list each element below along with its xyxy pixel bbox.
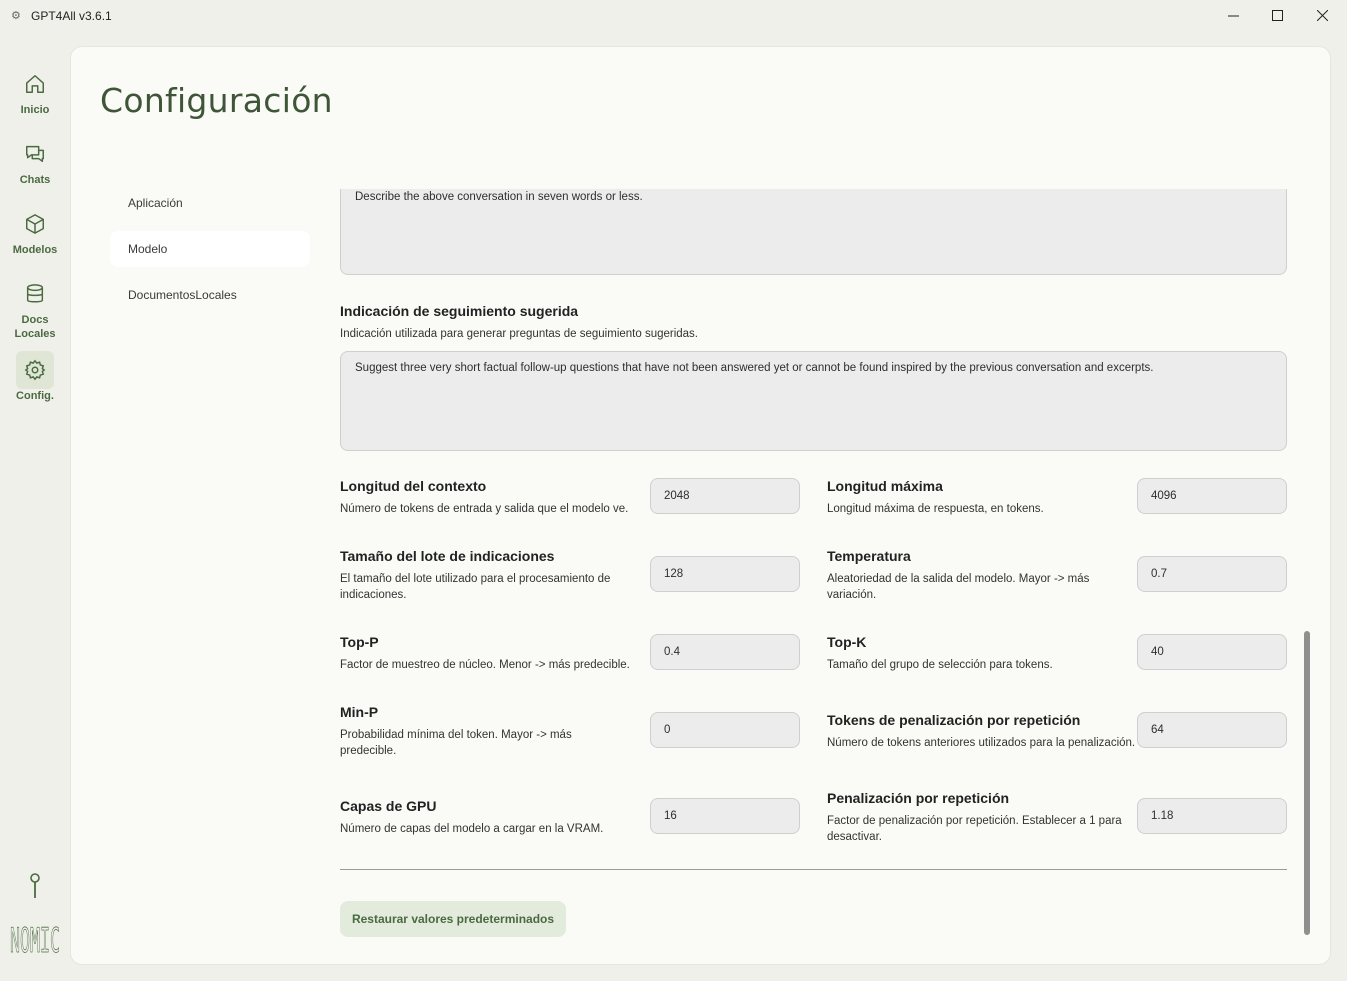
nav-label-models: Modelos	[12, 244, 58, 256]
top-k-input[interactable]: 40	[1137, 634, 1287, 670]
repeat-tokens-input[interactable]: 64	[1137, 712, 1287, 748]
nav-item-models[interactable]: Modelos	[0, 205, 70, 257]
gpu-layers-input[interactable]: 16	[650, 798, 800, 834]
pin-icon[interactable]	[26, 872, 44, 900]
context-length-label: Longitud del contexto	[340, 478, 487, 494]
temperature-desc: Aleatoriedad de la salida del modelo. Ma…	[827, 573, 1090, 601]
temperature-input[interactable]: 0.7	[1137, 556, 1287, 592]
repeat-penalty-label: Penalización por repetición	[827, 790, 1010, 806]
nav-item-home[interactable]: Inicio	[0, 65, 70, 117]
svg-text:NOMIC: NOMIC	[10, 921, 60, 958]
max-length-input[interactable]: 4096	[1137, 478, 1287, 514]
divider	[340, 869, 1287, 870]
nav-item-localdocs[interactable]: Docs Locales	[0, 275, 70, 341]
repeat-tokens-label: Tokens de penalización por repetición	[827, 712, 1081, 728]
top-k-desc: Tamaño del grupo de selección para token…	[827, 659, 1053, 671]
database-icon	[16, 275, 54, 313]
nav-label-home: Inicio	[20, 104, 50, 116]
minimize-icon	[1227, 15, 1239, 17]
top-k-label: Top-K	[827, 634, 867, 650]
top-p-desc: Factor de muestreo de núcleo. Menor -> m…	[340, 659, 630, 671]
batch-size-input[interactable]: 128	[650, 556, 800, 592]
settings-content: Describe the above conversation in seven…	[340, 189, 1288, 966]
followup-desc: Indicación utilizada para generar pregun…	[340, 328, 699, 340]
minimize-button[interactable]	[1210, 0, 1256, 31]
max-length-desc: Longitud máxima de respuesta, en tokens.	[827, 503, 1044, 515]
cube-icon	[16, 205, 54, 243]
min-p-desc: Probabilidad mínima del token. Mayor -> …	[340, 729, 572, 757]
top-p-label: Top-P	[340, 634, 379, 650]
settings-panel: Configuración Aplicación Modelo Document…	[70, 46, 1331, 965]
followup-title: Indicación de seguimiento sugerida	[340, 303, 579, 319]
gear-icon	[16, 351, 54, 389]
nav-item-settings[interactable]: Config.	[0, 351, 70, 403]
top-p-input[interactable]: 0.4	[650, 634, 800, 670]
batch-size-desc: El tamaño del lote utilizado para el pro…	[340, 573, 611, 601]
chat-name-prompt-input[interactable]: Describe the above conversation in seven…	[340, 189, 1287, 275]
restore-defaults-button[interactable]: Restaurar valores predeterminados	[340, 901, 566, 937]
temperature-label: Temperatura	[827, 548, 911, 564]
followup-prompt-input[interactable]: Suggest three very short factual follow-…	[340, 351, 1287, 451]
close-button[interactable]	[1299, 0, 1345, 31]
page-title: Configuración	[100, 81, 333, 120]
home-icon	[16, 65, 54, 103]
app-icon: ⚙	[11, 9, 21, 22]
close-icon	[1316, 10, 1328, 21]
min-p-label: Min-P	[340, 704, 379, 720]
batch-size-label: Tamaño del lote de indicaciones	[340, 548, 555, 564]
nav-item-chats[interactable]: Chats	[0, 135, 70, 187]
nav-label-localdocs: Docs Locales	[14, 314, 56, 340]
maximize-button[interactable]	[1254, 0, 1300, 31]
vertical-scrollbar[interactable]	[1304, 631, 1310, 935]
chat-icon	[16, 135, 54, 173]
repeat-penalty-input[interactable]: 1.18	[1137, 798, 1287, 834]
gpu-layers-desc: Número de capas del modelo a cargar en l…	[340, 823, 604, 835]
gpu-layers-label: Capas de GPU	[340, 798, 437, 814]
title-bar: ⚙ GPT4All v3.6.1	[0, 0, 1347, 31]
subnav-item-application[interactable]: Aplicación	[110, 185, 310, 221]
nav-label-settings: Config.	[16, 390, 54, 402]
nav-label-chats: Chats	[19, 174, 51, 186]
repeat-tokens-desc: Número de tokens anteriores utilizados p…	[827, 737, 1136, 749]
max-length-label: Longitud máxima	[827, 478, 943, 494]
subnav-item-model[interactable]: Modelo	[110, 231, 310, 267]
main-nav: Inicio Chats Modelos Docs Locales Config…	[0, 31, 70, 981]
maximize-icon	[1271, 10, 1283, 21]
subnav-item-localdocs[interactable]: DocumentosLocales	[110, 277, 310, 313]
context-length-input[interactable]: 2048	[650, 478, 800, 514]
repeat-penalty-desc: Factor de penalización por repetición. E…	[827, 815, 1122, 843]
context-length-desc: Número de tokens de entrada y salida que…	[340, 503, 629, 515]
window-title: GPT4All v3.6.1	[31, 8, 112, 23]
min-p-input[interactable]: 0	[650, 712, 800, 748]
nomic-logo: NOMIC	[10, 921, 61, 958]
